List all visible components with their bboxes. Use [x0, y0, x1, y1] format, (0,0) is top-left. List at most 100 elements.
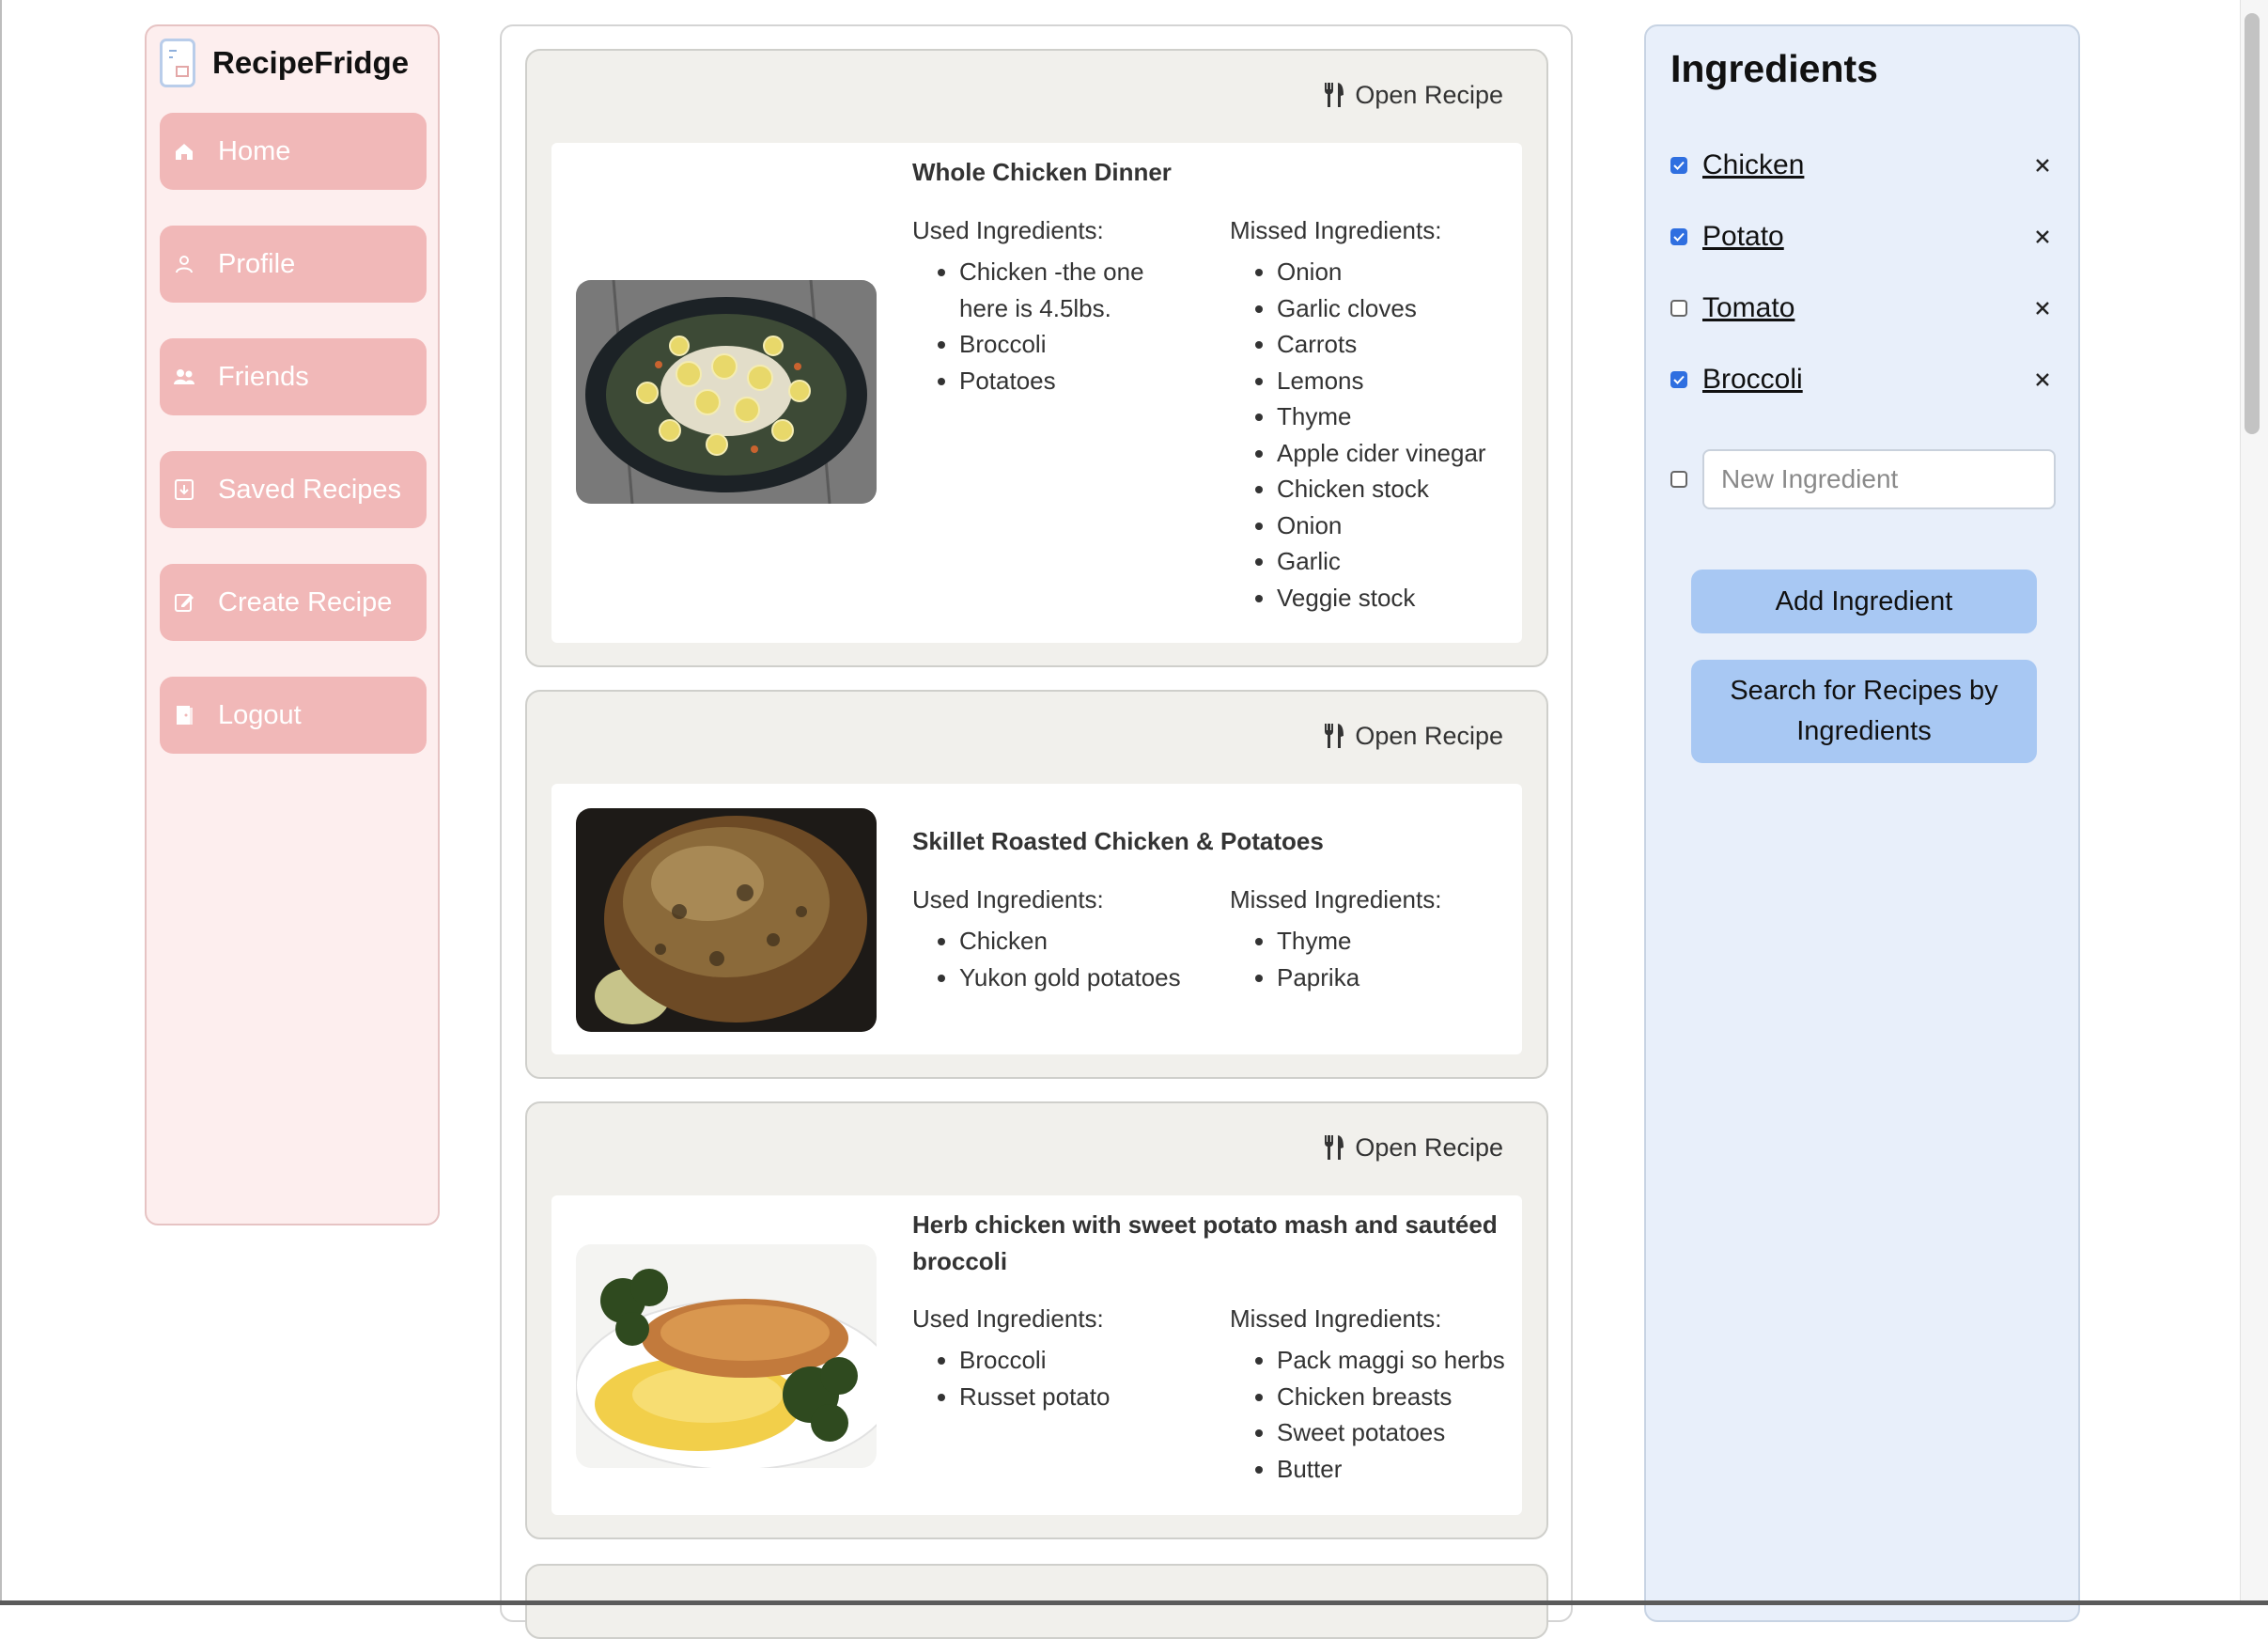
missed-ingredient-item: Onion — [1277, 507, 1530, 544]
open-recipe-button[interactable]: Open Recipe — [1323, 720, 1503, 752]
remove-ingredient-icon[interactable] — [2029, 367, 2056, 393]
nav-label: Profile — [218, 248, 296, 279]
missed-ingredient-item: Carrots — [1277, 326, 1530, 363]
nav-item-saved-recipes[interactable]: Saved Recipes — [160, 451, 427, 528]
missed-ingredients: Missed Ingredients: Onion Garlic cloves … — [1230, 212, 1530, 616]
friends-icon — [173, 366, 195, 388]
used-ingredient-item: Chicken — [959, 923, 1194, 960]
recipe-title[interactable]: Whole Chicken Dinner — [912, 154, 1503, 191]
nav-label: Saved Recipes — [218, 474, 402, 505]
used-ingredients-heading: Used Ingredients: — [912, 1304, 1104, 1333]
missed-ingredient-item: Pack maggi so herbs — [1277, 1342, 1530, 1379]
missed-ingredients: Missed Ingredients: Thyme Paprika — [1230, 882, 1530, 995]
brand[interactable]: RecipeFridge — [160, 36, 409, 90]
used-ingredient-item: Broccoli — [959, 1342, 1194, 1379]
used-ingredients: Used Ingredients: Chicken Yukon gold pot… — [912, 882, 1194, 995]
utensils-icon — [1325, 83, 1344, 107]
search-recipes-button[interactable]: Search for Recipes by Ingredients — [1691, 660, 2037, 763]
nav-label: Home — [218, 135, 291, 166]
missed-ingredients-heading: Missed Ingredients: — [1230, 1304, 1442, 1333]
missed-ingredient-item: Garlic cloves — [1277, 290, 1530, 327]
missed-ingredients-heading: Missed Ingredients: — [1230, 885, 1442, 913]
remove-ingredient-icon[interactable] — [2029, 295, 2056, 321]
recipe-content: Herb chicken with sweet potato mash and … — [551, 1195, 1522, 1515]
used-ingredients: Used Ingredients: Broccoli Russet potato — [912, 1301, 1194, 1414]
recipe-card: Open Recipe Herb chicken with sweet pota… — [525, 1101, 1548, 1539]
ingredient-checkbox[interactable] — [1670, 371, 1687, 388]
nav-label: Friends — [218, 361, 309, 392]
ingredient-checkbox[interactable] — [1670, 228, 1687, 245]
nav-item-logout[interactable]: Logout — [160, 677, 427, 754]
utensils-icon — [1325, 724, 1344, 748]
recipe-content: Skillet Roasted Chicken & Potatoes Used … — [551, 784, 1522, 1054]
missed-ingredient-item: Thyme — [1277, 398, 1530, 435]
ingredients-heading: Ingredients — [1670, 47, 1878, 90]
missed-ingredient-item: Onion — [1277, 254, 1530, 290]
open-recipe-label: Open Recipe — [1355, 1132, 1503, 1162]
open-recipe-button[interactable]: Open Recipe — [1323, 79, 1503, 111]
brand-name: RecipeFridge — [212, 45, 410, 80]
recipe-card: Open Recipe Whole Chicken Dinner Used In… — [525, 49, 1548, 667]
sidebar: RecipeFridge Home Profile Friends Saved … — [145, 24, 440, 1225]
logout-icon — [173, 704, 195, 726]
used-ingredient-item: Broccoli — [959, 326, 1194, 363]
new-ingredient-input[interactable] — [1702, 449, 2056, 509]
nav-item-profile[interactable]: Profile — [160, 226, 427, 303]
utensils-icon — [1325, 1135, 1344, 1160]
recipe-image[interactable] — [576, 1244, 877, 1468]
missed-ingredient-item: Veggie stock — [1277, 580, 1530, 617]
missed-ingredient-item: Paprika — [1277, 960, 1530, 996]
recipe-image[interactable] — [576, 280, 877, 504]
missed-ingredients: Missed Ingredients: Pack maggi so herbs … — [1230, 1301, 1530, 1487]
ingredient-row: Broccoli — [1670, 361, 2056, 398]
saved-recipes-icon — [173, 478, 195, 501]
used-ingredient-item: Yukon gold potatoes — [959, 960, 1194, 996]
scrollbar-thumb[interactable] — [2245, 13, 2260, 434]
recipe-card: Open Recipe Skillet Roasted Chicken & Po… — [525, 690, 1548, 1079]
used-ingredients-heading: Used Ingredients: — [912, 216, 1104, 244]
ingredients-panel: Ingredients Chicken Potato Tomato Brocco… — [1644, 24, 2080, 1622]
missed-ingredients-heading: Missed Ingredients: — [1230, 216, 1442, 244]
nav-item-create-recipe[interactable]: Create Recipe — [160, 564, 427, 641]
used-ingredient-item: Potatoes — [959, 363, 1194, 399]
recipe-content: Whole Chicken Dinner Used Ingredients: C… — [551, 143, 1522, 643]
nav-label: Create Recipe — [218, 586, 393, 617]
used-ingredient-item: Russet potato — [959, 1379, 1194, 1415]
new-ingredient-checkbox[interactable] — [1670, 471, 1687, 488]
open-recipe-button[interactable]: Open Recipe — [1323, 1132, 1503, 1163]
nav-item-friends[interactable]: Friends — [160, 338, 427, 415]
used-ingredients: Used Ingredients: Chicken -the one here … — [912, 212, 1194, 398]
ingredient-checkbox[interactable] — [1670, 300, 1687, 317]
remove-ingredient-icon[interactable] — [2029, 152, 2056, 179]
window-bottom-edge — [0, 1600, 2268, 1605]
ingredient-row: Potato — [1670, 218, 2056, 256]
ingredient-row: Tomato — [1670, 289, 2056, 327]
nav-item-home[interactable]: Home — [160, 113, 427, 190]
ingredient-checkbox[interactable] — [1670, 157, 1687, 174]
missed-ingredient-item: Butter — [1277, 1451, 1530, 1488]
missed-ingredient-item: Thyme — [1277, 923, 1530, 960]
ingredient-row: Chicken — [1670, 147, 2056, 184]
home-icon — [173, 140, 195, 163]
fridge-logo-icon — [160, 39, 195, 87]
open-recipe-label: Open Recipe — [1355, 721, 1503, 750]
recipe-image[interactable] — [576, 808, 877, 1032]
missed-ingredient-item: Chicken stock — [1277, 471, 1530, 507]
recipe-title[interactable]: Skillet Roasted Chicken & Potatoes — [912, 823, 1503, 860]
missed-ingredient-item: Chicken breasts — [1277, 1379, 1530, 1415]
missed-ingredient-item: Apple cider vinegar — [1277, 435, 1530, 472]
ingredient-name[interactable]: Tomato — [1702, 292, 1794, 324]
ingredient-name[interactable]: Potato — [1702, 221, 1784, 253]
missed-ingredient-item: Lemons — [1277, 363, 1530, 399]
ingredient-name[interactable]: Broccoli — [1702, 364, 1803, 396]
missed-ingredient-item: Sweet potatoes — [1277, 1414, 1530, 1451]
remove-ingredient-icon[interactable] — [2029, 224, 2056, 250]
add-ingredient-button[interactable]: Add Ingredient — [1691, 570, 2037, 633]
scrollbar[interactable] — [2240, 0, 2268, 1600]
missed-ingredient-item: Garlic — [1277, 543, 1530, 580]
ingredient-name[interactable]: Chicken — [1702, 149, 1804, 181]
profile-icon — [173, 253, 195, 275]
recipe-title[interactable]: Herb chicken with sweet potato mash and … — [912, 1207, 1503, 1280]
create-recipe-icon — [173, 591, 195, 614]
open-recipe-label: Open Recipe — [1355, 80, 1503, 109]
